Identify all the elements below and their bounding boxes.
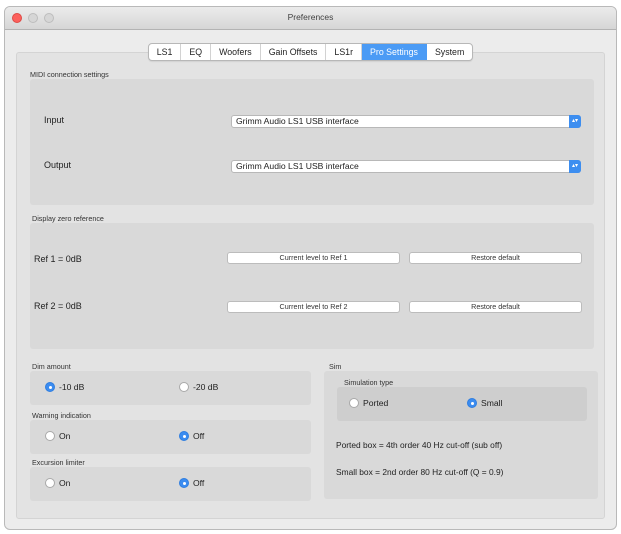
radio-selected-icon [179, 431, 189, 441]
restore-default-ref1-button[interactable]: Restore default [409, 252, 582, 264]
radio-selected-icon [467, 398, 477, 408]
sim-ported-radio[interactable]: Ported [349, 398, 388, 408]
midi-output-select[interactable]: Grimm Audio LS1 USB interface ▴▾ [231, 160, 581, 173]
tab-bar: LS1 EQ Woofers Gain Offsets LS1r Pro Set… [5, 42, 616, 61]
simulation-type-group: Ported Small [337, 387, 587, 421]
warning-on-radio[interactable]: On [45, 431, 70, 441]
radio-unselected-icon [349, 398, 359, 408]
simulation-type-label: Simulation type [344, 378, 394, 387]
midi-input-value: Grimm Audio LS1 USB interface [236, 116, 359, 126]
radio-unselected-icon [179, 382, 189, 392]
tab-system[interactable]: System [427, 44, 472, 60]
tab-woofers[interactable]: Woofers [211, 44, 261, 60]
radio-selected-icon [45, 382, 55, 392]
excursion-off-radio[interactable]: Off [179, 478, 204, 488]
dim-minus10-radio[interactable]: -10 dB [45, 382, 84, 392]
ref1-label: Ref 1 = 0dB [34, 254, 82, 264]
tab-eq[interactable]: EQ [181, 44, 212, 60]
tab-gain-offsets[interactable]: Gain Offsets [261, 44, 327, 60]
sim-small-radio[interactable]: Small [467, 398, 503, 408]
dim-minus20-radio[interactable]: -20 dB [179, 382, 218, 392]
zero-ref-group-label: Display zero reference [32, 214, 104, 223]
warning-group: On Off [30, 420, 311, 454]
output-label: Output [44, 160, 72, 170]
title-bar: Preferences [5, 7, 616, 30]
ported-box-info: Ported box = 4th order 40 Hz cut-off (su… [336, 440, 503, 450]
select-stepper-icon: ▴▾ [569, 160, 581, 173]
warning-off-radio[interactable]: Off [179, 431, 204, 441]
sim-group: Simulation type Ported Small Ported box … [324, 371, 598, 499]
dim-group: -10 dB -20 dB [30, 371, 311, 405]
current-level-to-ref1-button[interactable]: Current level to Ref 1 [227, 252, 400, 264]
excursion-off-label: Off [193, 478, 205, 488]
tab-ls1r[interactable]: LS1r [326, 44, 363, 60]
radio-unselected-icon [45, 478, 55, 488]
input-label: Input [44, 115, 65, 125]
dim-minus10-label: -10 dB [59, 382, 85, 392]
radio-unselected-icon [45, 431, 55, 441]
excursion-on-radio[interactable]: On [45, 478, 70, 488]
excursion-group-label: Excursion limiter [32, 458, 85, 467]
preferences-window: Preferences LS1 EQ Woofers Gain Offsets … [4, 6, 617, 530]
tab-group: LS1 EQ Woofers Gain Offsets LS1r Pro Set… [147, 43, 474, 61]
midi-input-select[interactable]: Grimm Audio LS1 USB interface ▴▾ [231, 115, 581, 128]
current-level-to-ref2-button[interactable]: Current level to Ref 2 [227, 301, 400, 313]
select-stepper-icon: ▴▾ [569, 115, 581, 128]
midi-output-value: Grimm Audio LS1 USB interface [236, 161, 359, 171]
sim-ported-label: Ported [363, 398, 389, 408]
warning-group-label: Warning indication [32, 411, 91, 420]
window-title: Preferences [287, 12, 334, 22]
tab-ls1[interactable]: LS1 [149, 44, 182, 60]
radio-selected-icon [179, 478, 189, 488]
warning-off-label: Off [193, 431, 205, 441]
sim-group-label: Sim [329, 362, 342, 371]
midi-group: Input Grimm Audio LS1 USB interface ▴▾ O… [30, 79, 594, 205]
restore-default-ref2-button[interactable]: Restore default [409, 301, 582, 313]
excursion-on-label: On [59, 478, 71, 488]
excursion-group: On Off [30, 467, 311, 501]
ref2-label: Ref 2 = 0dB [34, 301, 82, 311]
dim-minus20-label: -20 dB [193, 382, 219, 392]
dim-group-label: Dim amount [32, 362, 71, 371]
sim-small-label: Small [481, 398, 503, 408]
tab-content: MIDI connection settings Input Grimm Aud… [16, 52, 605, 519]
tab-pro-settings[interactable]: Pro Settings [362, 44, 427, 60]
small-box-info: Small box = 2nd order 80 Hz cut-off (Q =… [336, 467, 504, 477]
zero-ref-group: Ref 1 = 0dB Current level to Ref 1 Resto… [30, 223, 594, 349]
midi-group-label: MIDI connection settings [30, 70, 109, 79]
warning-on-label: On [59, 431, 71, 441]
